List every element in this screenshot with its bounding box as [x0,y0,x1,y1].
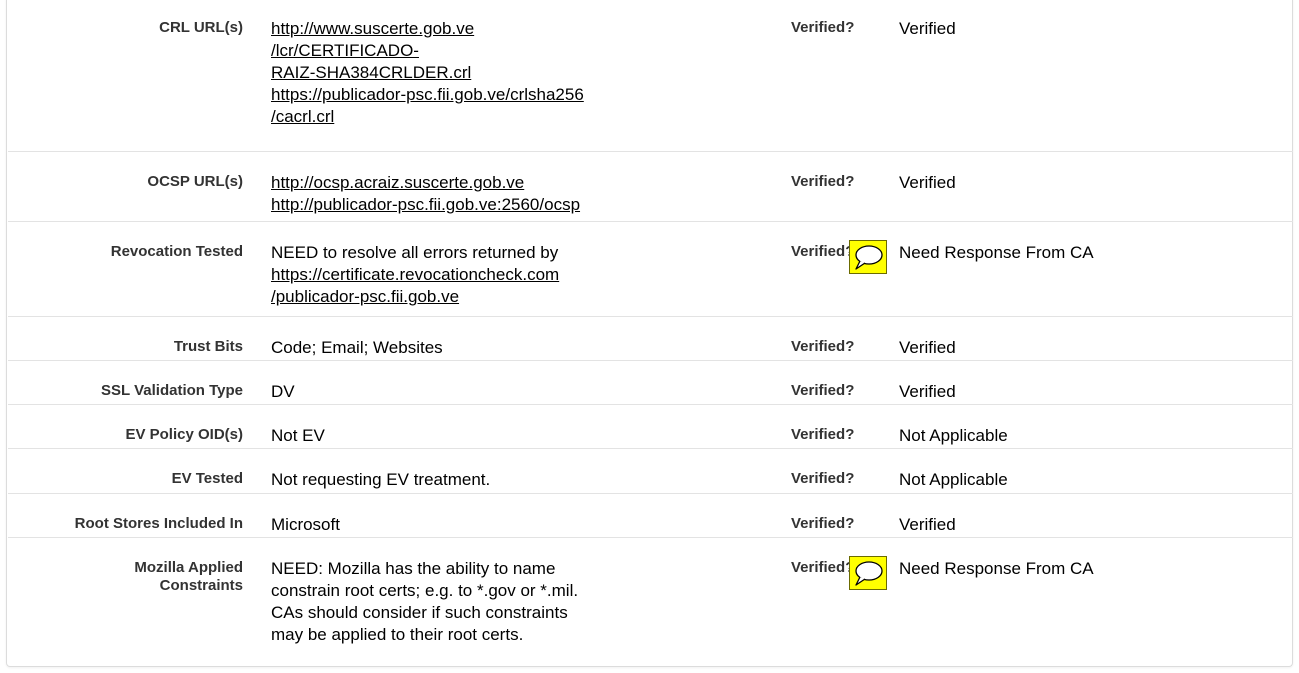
verified-status: Verified [899,515,956,534]
root-stores-row: Root Stores Included In Microsoft Verifi… [8,494,1293,538]
verified-question: Verified? [791,19,855,36]
revocation-tested-row: Revocation Tested NEED to resolve all er… [8,222,1293,317]
crl-urls-label: CRL URL(s) [159,19,243,36]
mozilla-applied-constraints-row: Mozilla Applied Constraints NEED: Mozill… [8,538,1293,666]
ocsp-url-link[interactable]: http://ocsp.acraiz.suscerte.gob.ve [271,172,661,194]
crl-url-link[interactable]: RAIZ-SHA384CRLDER.crl [271,62,661,84]
verified-question: Verified? [791,338,855,355]
crl-url-link[interactable]: https://publicador-psc.fii.gob.ve/crlsha… [271,84,661,106]
verified-status: Verified [899,382,956,401]
mozilla-applied-constraints-label: Mozilla Applied Constraints [13,559,243,595]
root-stores-value: Microsoft [271,515,340,534]
crl-url-link[interactable]: http://www.suscerte.gob.ve [271,18,661,40]
verified-status: Not Applicable [899,426,1008,445]
verified-question: Verified? [791,382,855,399]
constraints-text-line: may be applied to their root certs. [271,625,524,644]
ssl-validation-type-value: DV [271,382,295,401]
constraints-text-line: NEED: Mozilla has the ability to name [271,559,556,578]
revocation-tested-value: NEED to resolve all errors returned by h… [271,242,661,308]
crl-urls-row: CRL URL(s) http://www.suscerte.gob.ve /l… [8,0,1293,152]
verified-question: Verified? [791,243,855,260]
verified-question: Verified? [791,470,855,487]
verified-question: Verified? [791,559,855,576]
revocation-tested-text: NEED to resolve all errors returned by [271,243,559,262]
verified-status: Verified [899,19,956,38]
verified-question: Verified? [791,173,855,190]
trust-bits-row: Trust Bits Code; Email; Websites Verifie… [8,317,1293,361]
ev-policy-oids-row: EV Policy OID(s) Not EV Verified? Not Ap… [8,405,1293,449]
trust-bits-label: Trust Bits [173,338,243,355]
ev-tested-row: EV Tested Not requesting EV treatment. V… [8,449,1293,494]
crl-url-link[interactable]: /cacrl.crl [271,106,661,128]
revocation-tested-label: Revocation Tested [110,243,243,260]
verified-status: Not Applicable [899,470,1008,489]
verified-status: Verified [899,173,956,192]
ssl-validation-type-row: SSL Validation Type DV Verified? Verifie… [8,361,1293,405]
verified-status: Verified [899,338,956,357]
constraints-text-line: constrain root certs; e.g. to *.gov or *… [271,581,579,600]
root-stores-label: Root Stores Included In [74,515,243,532]
ocsp-url-link[interactable]: http://publicador-psc.fii.gob.ve:2560/oc… [271,194,661,216]
audit-details-panel: CRL URL(s) http://www.suscerte.gob.ve /l… [6,0,1293,667]
label-line: Constraints [159,577,243,594]
verified-question: Verified? [791,515,855,532]
ocsp-urls-row: OCSP URL(s) http://ocsp.acraiz.suscerte.… [8,152,1293,222]
constraints-text-line: CAs should consider if such constraints [271,603,568,622]
speech-bubble-icon[interactable] [849,240,887,274]
ocsp-urls-label: OCSP URL(s) [147,173,243,190]
ev-policy-oids-value: Not EV [271,426,325,445]
ocsp-urls-value: http://ocsp.acraiz.suscerte.gob.ve http:… [271,172,661,216]
ev-tested-label: EV Tested [171,470,243,487]
crl-url-link[interactable]: /lcr/CERTIFICADO- [271,40,661,62]
crl-urls-value: http://www.suscerte.gob.ve /lcr/CERTIFIC… [271,18,661,128]
label-line: Mozilla Applied [134,559,243,576]
verified-status: Need Response From CA [899,243,1094,262]
speech-bubble-icon[interactable] [849,556,887,590]
verified-question: Verified? [791,426,855,443]
ev-tested-value: Not requesting EV treatment. [271,470,491,489]
mozilla-applied-constraints-value: NEED: Mozilla has the ability to name co… [271,558,661,646]
revocation-check-link[interactable]: https://certificate.revocationcheck.com [271,264,661,286]
ev-policy-oids-label: EV Policy OID(s) [125,426,243,443]
trust-bits-value: Code; Email; Websites [271,338,443,357]
ssl-validation-type-label: SSL Validation Type [101,382,243,399]
revocation-check-link[interactable]: /publicador-psc.fii.gob.ve [271,286,661,308]
verified-status: Need Response From CA [899,559,1094,578]
